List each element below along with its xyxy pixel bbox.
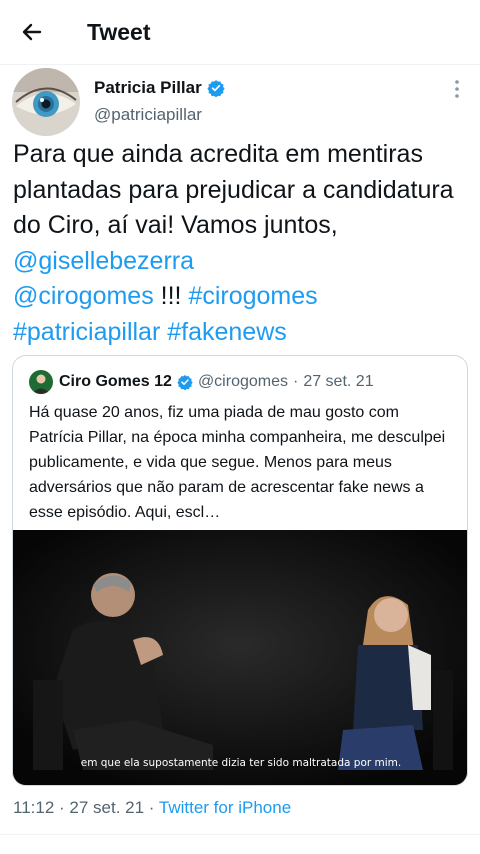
- tweet-date[interactable]: 27 set. 21: [69, 798, 144, 817]
- tweet-meta: 11:12 · 27 set. 21 · Twitter for iPhone: [13, 797, 291, 819]
- quoted-date[interactable]: 27 set. 21: [303, 373, 373, 391]
- meta-separator-2: ·: [144, 798, 159, 817]
- mention-gisellebezerra[interactable]: @gisellebezerra: [13, 247, 194, 275]
- quoted-tweet-card[interactable]: Ciro Gomes 12 @cirogomes · 27 set. 21 Há…: [12, 355, 468, 786]
- video-frame-image: [13, 530, 467, 785]
- hashtag-patriciapillar[interactable]: #patriciapillar: [13, 318, 160, 346]
- video-player[interactable]: em que ela supostamente dizia ter sido m…: [13, 530, 467, 785]
- quoted-text: Há quase 20 anos, fiz uma piada de mau g…: [29, 404, 446, 521]
- hashtag-fakenews[interactable]: #fakenews: [167, 318, 287, 346]
- video-subtitle: em que ela supostamente dizia ter sido m…: [80, 757, 402, 769]
- back-button[interactable]: [18, 18, 46, 46]
- divider: [0, 834, 480, 835]
- more-options-button[interactable]: [446, 76, 468, 102]
- author-name-text: Patricia Pillar: [94, 78, 202, 97]
- quoted-author-handle[interactable]: @cirogomes: [198, 373, 288, 391]
- verified-badge-icon: [177, 375, 193, 390]
- quoted-author-name[interactable]: Ciro Gomes 12: [59, 373, 172, 391]
- page-title: Tweet: [87, 19, 151, 45]
- tweet-text: Para que ainda acredita em mentiras plan…: [13, 137, 473, 350]
- meta-separator-1: ·: [54, 798, 70, 817]
- ciro-avatar-image: [29, 370, 53, 394]
- verified-badge-icon: [207, 80, 225, 97]
- more-vertical-icon: [455, 80, 459, 98]
- author-name[interactable]: Patricia Pillar: [94, 77, 225, 99]
- arrow-left-icon: [22, 23, 42, 41]
- eye-avatar-image: [12, 68, 80, 136]
- tweet-text-plain-1: Para que ainda acredita em mentiras plan…: [13, 140, 454, 239]
- tweet-text-plain-2: !!!: [153, 282, 189, 310]
- mention-cirogomes[interactable]: @cirogomes: [13, 282, 154, 310]
- avatar[interactable]: [12, 68, 80, 136]
- tweet-source[interactable]: Twitter for iPhone: [159, 798, 291, 817]
- quoted-avatar[interactable]: [29, 370, 53, 394]
- quoted-header: Ciro Gomes 12 @cirogomes · 27 set. 21: [59, 370, 374, 394]
- hashtag-cirogomes[interactable]: #cirogomes: [188, 282, 317, 310]
- author-handle[interactable]: @patriciapillar: [94, 104, 202, 126]
- tweet-time[interactable]: 11:12: [13, 798, 54, 817]
- top-bar: Tweet: [0, 0, 480, 65]
- quoted-separator: ·: [292, 373, 299, 390]
